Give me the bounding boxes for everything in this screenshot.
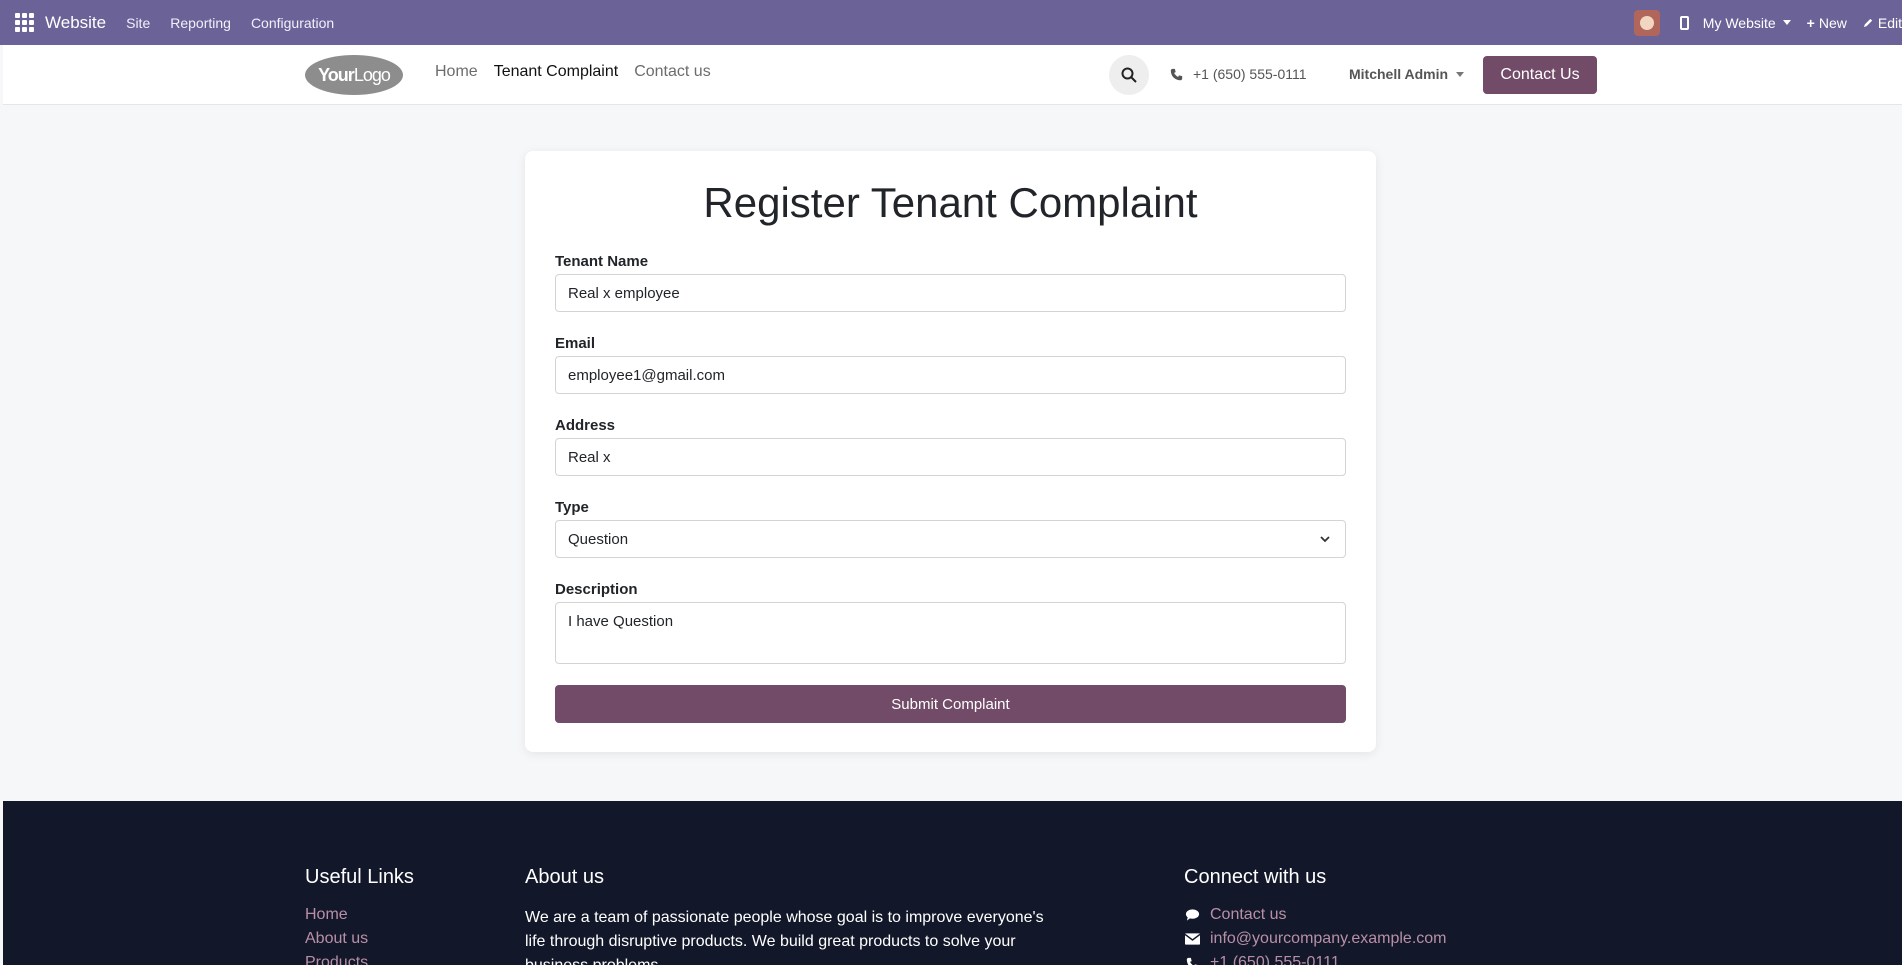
type-value: Question — [568, 530, 629, 548]
chevron-down-icon — [1456, 71, 1465, 77]
chevron-down-icon — [1320, 536, 1330, 543]
my-website-dropdown[interactable]: My Website — [1703, 15, 1791, 31]
apps-menu-icon[interactable] — [15, 12, 35, 33]
footer-contact-us[interactable]: Contact us — [1184, 906, 1286, 924]
chat-icon — [1184, 908, 1200, 922]
about-text: We are a team of passionate people whose… — [525, 909, 1044, 965]
edit-button[interactable]: Edit — [1863, 15, 1902, 31]
new-label: New — [1818, 14, 1847, 31]
description-textarea[interactable]: I have Question — [555, 602, 1346, 664]
pencil-icon — [1863, 15, 1874, 31]
nav-home[interactable]: Home — [435, 63, 478, 81]
submit-complaint-button[interactable]: Submit Complaint — [555, 685, 1346, 723]
footer-phone[interactable]: +1 (650) 555-0111 — [1184, 954, 1340, 965]
type-label: Type — [555, 499, 589, 516]
useful-links-title: Useful Links — [305, 866, 414, 888]
description-label: Description — [555, 581, 638, 598]
tenant-name-value: Real x employee — [568, 284, 680, 302]
address-input[interactable]: Real x — [555, 438, 1346, 476]
footer-email[interactable]: info@yourcompany.example.com — [1184, 930, 1447, 948]
envelope-icon — [1184, 933, 1200, 945]
menu-reporting[interactable]: Reporting — [170, 15, 231, 31]
footer-phone-label: +1 (650) 555-0111 — [1210, 954, 1340, 965]
type-select[interactable]: Question — [555, 520, 1346, 558]
phone-icon — [1170, 68, 1183, 80]
nav-tenant-complaint[interactable]: Tenant Complaint — [494, 63, 619, 81]
search-button[interactable] — [1109, 55, 1149, 95]
site-footer: Useful Links Home About us Products Abou… — [3, 801, 1902, 965]
tenant-name-label: Tenant Name — [555, 253, 649, 270]
footer-contact-us-label: Contact us — [1210, 906, 1287, 923]
address-label: Address — [555, 417, 616, 434]
tenant-name-input[interactable]: Real x employee — [555, 274, 1346, 312]
header-phone[interactable]: +1 (650) 555-0111 — [1170, 66, 1307, 82]
mobile-preview-icon[interactable] — [1679, 15, 1689, 30]
menu-configuration[interactable]: Configuration — [251, 15, 334, 31]
address-value: Real x — [568, 448, 611, 466]
footer-link-about[interactable]: About us — [305, 930, 368, 948]
admin-topbar: Website Site Reporting Configuration My … — [0, 0, 1902, 45]
connect-title: Connect with us — [1184, 866, 1327, 888]
my-website-label: My Website — [1702, 14, 1776, 31]
site-header: Your Logo Home Tenant Complaint Contact u… — [3, 45, 1902, 105]
user-dropdown[interactable]: Mitchell Admin — [1349, 66, 1465, 82]
site-logo[interactable]: Your Logo — [305, 55, 403, 95]
edit-label: Edit — [1877, 14, 1902, 31]
logo-text-bold: Your — [318, 64, 355, 85]
description-value: I have Question — [568, 613, 674, 630]
search-icon — [1121, 67, 1137, 83]
chevron-down-icon — [1782, 20, 1791, 25]
email-value: employee1@gmail.com — [568, 366, 725, 384]
footer-link-home[interactable]: Home — [305, 906, 348, 924]
main-nav: Home Tenant Complaint Contact us — [435, 63, 711, 81]
app-brand[interactable]: Website — [45, 13, 106, 33]
phone-icon — [1184, 957, 1200, 965]
form-title: Register Tenant Complaint — [703, 179, 1198, 226]
logo-text-thin: Logo — [353, 64, 391, 85]
email-label: Email — [555, 335, 596, 352]
plus-icon: + — [1806, 14, 1815, 31]
menu-site[interactable]: Site — [126, 15, 150, 31]
header-phone-number: +1 (650) 555-0111 — [1193, 66, 1307, 82]
email-input[interactable]: employee1@gmail.com — [555, 356, 1346, 394]
user-avatar[interactable] — [1633, 9, 1660, 36]
contact-us-button[interactable]: Contact Us — [1483, 56, 1597, 94]
user-name: Mitchell Admin — [1349, 66, 1449, 82]
footer-email-label: info@yourcompany.example.com — [1210, 930, 1447, 947]
new-button[interactable]: + New — [1807, 15, 1847, 31]
about-title: About us — [525, 866, 604, 888]
nav-contact-us[interactable]: Contact us — [634, 63, 710, 81]
complaint-form-card: Register Tenant Complaint Tenant Name Re… — [525, 151, 1376, 752]
footer-link-products[interactable]: Products — [305, 954, 368, 965]
